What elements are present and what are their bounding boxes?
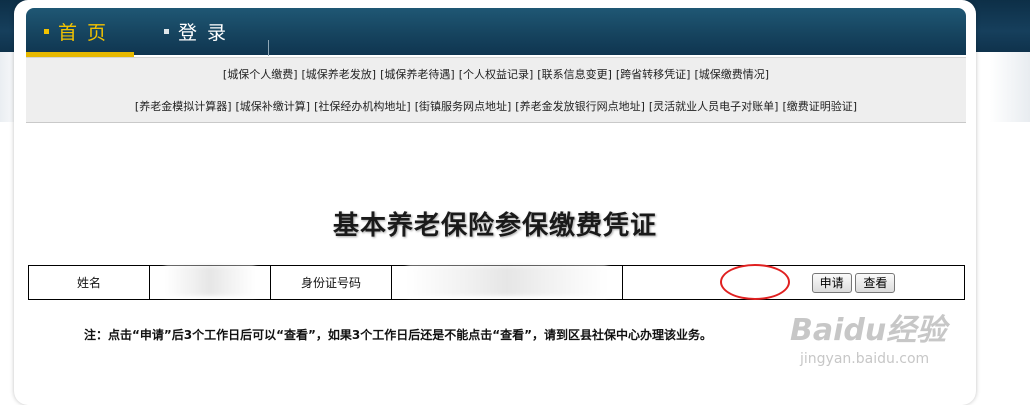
id-number-label: 身份证号码: [270, 265, 392, 300]
link-pension-calculator[interactable]: [养老金模拟计算器]: [135, 98, 232, 114]
bullet-icon: [44, 29, 49, 34]
tab-login-label: 登录: [178, 22, 237, 44]
link-cross-province-transfer[interactable]: [跨省转移凭证]: [616, 66, 691, 82]
page-title: 基本养老保险参保缴费凭证: [332, 211, 657, 241]
apply-button[interactable]: 申请: [811, 272, 852, 293]
link-personal-rights-record[interactable]: [个人权益记录]: [459, 66, 534, 82]
link-back-payment-calc[interactable]: [城保补缴计算]: [236, 98, 311, 114]
action-cell: 申请 查看: [622, 265, 965, 300]
tab-login[interactable]: 登录: [164, 8, 236, 55]
notice-text: 注：点击“申请”后3个工作日后可以“查看”，如果3个工作日后还是不能点击“查看”…: [84, 328, 713, 342]
certificate-info-table: 姓名 身份证号码 申请 查看: [28, 265, 965, 300]
nav-divider: [268, 40, 269, 56]
name-label: 姓名: [28, 265, 150, 300]
link-city-pension-issuance[interactable]: [城保养老发放]: [302, 66, 377, 82]
top-nav-bar: 首页 登录: [26, 8, 966, 55]
link-city-payment-status[interactable]: [城保缴费情况]: [694, 66, 769, 82]
link-flexible-worker-statement[interactable]: [灵活就业人员电子对账单]: [649, 98, 779, 114]
link-pension-bank-branches[interactable]: [养老金发放银行网点地址]: [515, 98, 645, 114]
link-city-pension-benefits[interactable]: [城保养老待遇]: [380, 66, 455, 82]
link-social-security-offices[interactable]: [社保经办机构地址]: [314, 98, 411, 114]
quick-links-row-1: [城保个人缴费] [城保养老发放] [城保养老待遇] [个人权益记录] [联系信…: [26, 57, 966, 91]
tab-home[interactable]: 首页: [44, 8, 116, 55]
link-contact-info-change[interactable]: [联系信息变更]: [537, 66, 612, 82]
bullet-icon: [164, 29, 169, 34]
redaction-blur: [165, 266, 255, 296]
tab-home-label: 首页: [58, 22, 117, 44]
id-number-value-redacted: [391, 265, 623, 300]
link-street-service-points[interactable]: [街镇服务网点地址]: [415, 98, 512, 114]
redaction-blur: [407, 266, 607, 296]
link-payment-proof-verify[interactable]: [缴费证明验证]: [782, 98, 857, 114]
right-background-edge: [990, 52, 1030, 122]
view-button[interactable]: 查看: [855, 272, 896, 293]
link-city-personal-payment[interactable]: [城保个人缴费]: [223, 66, 298, 82]
name-value-redacted: [149, 265, 271, 300]
quick-links-row-2: [养老金模拟计算器] [城保补缴计算] [社保经办机构地址] [街镇服务网点地址…: [26, 90, 966, 123]
table-row: 姓名 身份证号码 申请 查看: [28, 265, 965, 300]
